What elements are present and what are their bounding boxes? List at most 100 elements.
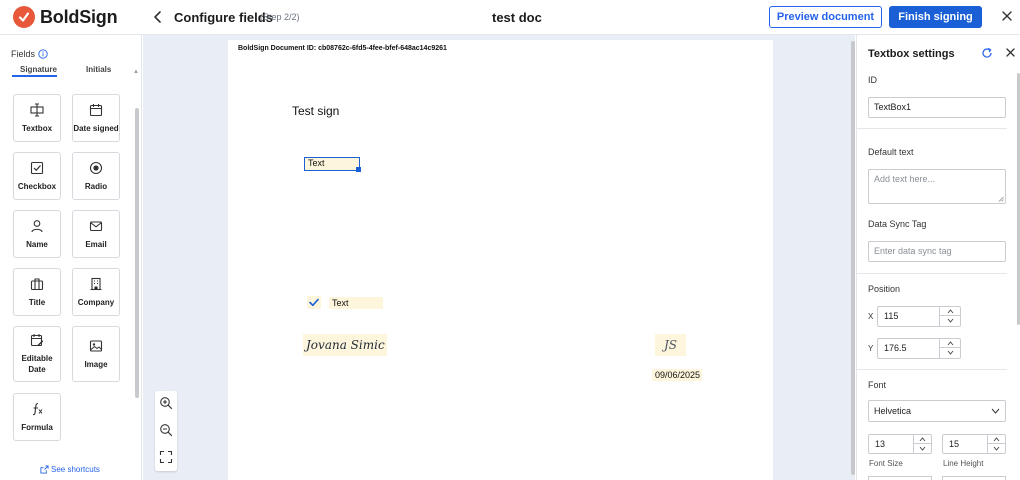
x-decrement-button[interactable]: [940, 316, 960, 325]
font-size-increment-button[interactable]: [914, 435, 931, 444]
font-label: Font: [868, 380, 887, 390]
field-tile-textbox[interactable]: Textbox: [13, 94, 61, 142]
y-value: 176.5: [884, 343, 907, 353]
font-value: Helvetica: [874, 406, 912, 416]
y-spinner: [939, 339, 960, 358]
line-height-decrement-button[interactable]: [988, 444, 1005, 453]
external-link-icon: [40, 465, 49, 474]
tile-label: Checkbox: [17, 181, 57, 191]
y-decrement-button[interactable]: [940, 348, 960, 357]
tile-label: Editable Date: [21, 354, 53, 374]
calendar-icon: [89, 103, 103, 116]
chevron-down-icon: [919, 446, 926, 451]
zoom-in-icon[interactable]: [159, 396, 173, 410]
boldsign-logo[interactable]: BoldSign: [13, 6, 118, 28]
textbox-icon: [30, 102, 44, 117]
tile-label: Name: [26, 239, 48, 249]
zoom-out-icon[interactable]: [159, 423, 173, 437]
tile-label: Image: [84, 359, 108, 369]
id-input[interactable]: TextBox1: [868, 97, 1006, 118]
refresh-icon[interactable]: [981, 47, 993, 59]
font-size-input[interactable]: 13: [868, 434, 932, 454]
position-label: Position: [868, 284, 901, 294]
default-text-placeholder: Add text here...: [874, 174, 936, 184]
tile-label: Radio: [84, 181, 108, 191]
line-height-spinner: [987, 435, 1005, 453]
tile-label: Textbox: [21, 123, 53, 133]
divider: [857, 369, 1007, 370]
textbox-field[interactable]: Text: [329, 297, 383, 309]
scroll-up-arrow-icon[interactable]: ▲: [133, 69, 139, 75]
line-height-input[interactable]: 15: [942, 434, 1006, 454]
field-tile-email[interactable]: Email: [72, 210, 120, 258]
person-icon: [31, 219, 43, 232]
y-position-input[interactable]: 176.5: [877, 338, 961, 359]
image-icon: [89, 339, 103, 352]
field-tile-radio[interactable]: Radio: [72, 152, 120, 200]
close-icon[interactable]: [1005, 47, 1016, 58]
checkbox-field[interactable]: [307, 296, 321, 309]
field-tile-checkbox[interactable]: Checkbox: [13, 152, 61, 200]
checkbox-icon: [30, 161, 44, 174]
tile-label: Company: [77, 297, 115, 307]
zoom-controls: [155, 391, 177, 471]
x-increment-button[interactable]: [940, 307, 960, 316]
document-page[interactable]: BoldSign Document ID: cb08762c-6fd5-4fee…: [228, 40, 773, 480]
chevron-up-icon: [919, 436, 926, 441]
document-heading: Test sign: [292, 104, 340, 118]
y-increment-button[interactable]: [940, 339, 960, 348]
x-position-input[interactable]: 115: [877, 306, 961, 327]
chevron-down-icon: [947, 350, 953, 355]
fit-to-screen-icon[interactable]: [159, 450, 173, 464]
chevron-down-icon: [991, 408, 1000, 414]
envelope-icon: [89, 220, 103, 231]
shortcuts-label: See shortcuts: [51, 465, 100, 474]
building-icon: [90, 277, 102, 290]
field-tile-formula[interactable]: Formula: [13, 393, 61, 441]
default-text-label: Default text: [868, 147, 914, 157]
next-controls-row[interactable]: [868, 476, 932, 480]
data-sync-label: Data Sync Tag: [868, 219, 927, 229]
canvas-scrollbar[interactable]: [851, 41, 855, 475]
initials-field[interactable]: JS: [655, 334, 686, 356]
tab-signature[interactable]: Signature: [20, 65, 57, 74]
date-signed-field[interactable]: 09/06/2025: [652, 369, 702, 381]
back-arrow-icon[interactable]: [150, 9, 166, 25]
font-size-decrement-button[interactable]: [914, 444, 931, 453]
tile-label: Date signed: [73, 123, 119, 133]
settings-title: Textbox settings: [868, 48, 955, 60]
x-value: 115: [884, 311, 899, 321]
info-icon[interactable]: [38, 49, 48, 59]
function-icon: [32, 402, 43, 415]
active-tab-indicator: [12, 75, 57, 77]
font-size-spinner: [913, 435, 931, 453]
resize-grip-icon[interactable]: [998, 196, 1004, 202]
line-height-increment-button[interactable]: [988, 435, 1005, 444]
resize-handle[interactable]: [356, 167, 361, 172]
signature-field[interactable]: Jovana Simic: [303, 334, 387, 356]
field-tile-editable-date[interactable]: Editable Date: [13, 326, 61, 382]
field-tile-company[interactable]: Company: [72, 268, 120, 316]
finish-signing-button[interactable]: Finish signing: [889, 6, 982, 28]
chevron-up-icon: [993, 436, 1000, 441]
chevron-up-icon: [947, 308, 953, 313]
field-tile-title[interactable]: Title: [13, 268, 61, 316]
font-select[interactable]: Helvetica: [868, 400, 1006, 422]
fields-scrollbar[interactable]: [135, 108, 139, 398]
tab-initials[interactable]: Initials: [86, 65, 111, 74]
data-sync-input[interactable]: Enter data sync tag: [868, 241, 1006, 262]
line-height-label: Line Height: [943, 459, 984, 468]
field-tile-date-signed[interactable]: Date signed: [72, 94, 120, 142]
close-icon[interactable]: [1000, 9, 1014, 23]
document-id: BoldSign Document ID: cb08762c-6fd5-4fee…: [238, 45, 447, 52]
edit-calendar-icon: [30, 334, 44, 347]
textbox-field-selected[interactable]: Text: [304, 157, 360, 171]
field-tile-image[interactable]: Image: [72, 326, 120, 382]
preview-document-button[interactable]: Preview document: [769, 6, 882, 28]
id-label: ID: [868, 75, 877, 85]
document-canvas: BoldSign Document ID: cb08762c-6fd5-4fee…: [143, 35, 855, 480]
see-shortcuts-link[interactable]: See shortcuts: [40, 465, 100, 474]
field-tile-name[interactable]: Name: [13, 210, 61, 258]
default-text-input[interactable]: Add text here...: [868, 169, 1006, 204]
next-controls-row[interactable]: [942, 476, 1006, 480]
